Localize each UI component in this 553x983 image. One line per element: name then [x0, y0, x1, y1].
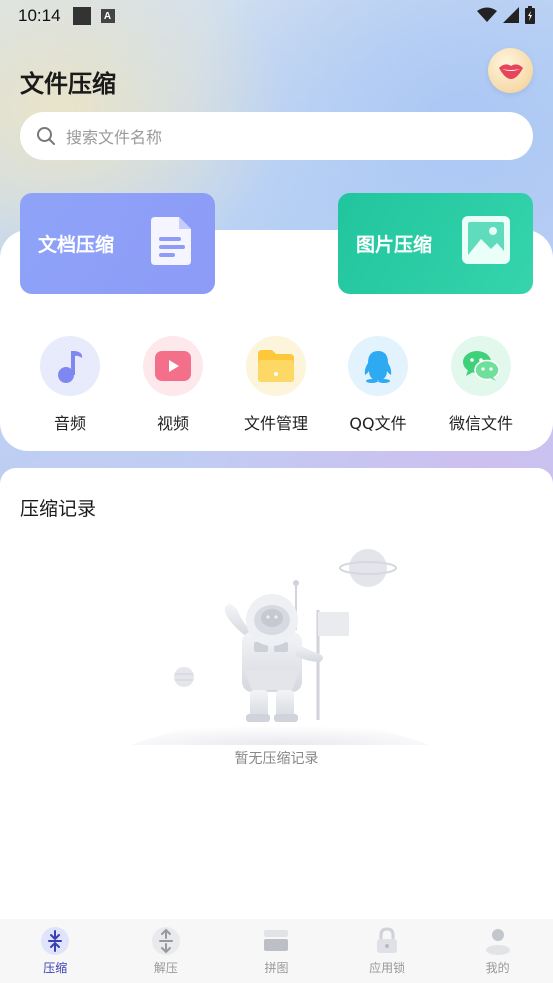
- records-title: 压缩记录: [20, 498, 97, 520]
- qq-icon-bg: [348, 336, 408, 396]
- image-icon: [462, 216, 510, 264]
- category-qq[interactable]: QQ文件: [328, 336, 428, 434]
- wechat-icon-bg: [451, 336, 511, 396]
- lips-icon: [498, 63, 523, 79]
- image-compress-card[interactable]: 图片压缩: [338, 193, 533, 294]
- status-icons: [477, 6, 535, 24]
- folder-icon: [258, 350, 294, 382]
- category-wechat[interactable]: 微信文件: [431, 336, 531, 434]
- nav-item-app-lock[interactable]: 应用锁: [332, 919, 443, 983]
- category-file-manager[interactable]: 文件管理: [226, 336, 326, 434]
- category-video[interactable]: 视频: [123, 336, 223, 434]
- signal-icon: [503, 7, 519, 23]
- decompress-icon: [151, 927, 180, 955]
- qq-penguin-icon: [364, 351, 392, 383]
- music-note-icon: [58, 351, 83, 383]
- battery-icon: [525, 6, 535, 24]
- search-bar[interactable]: 搜索文件名称: [20, 112, 533, 160]
- nav-label: 我的: [485, 961, 510, 975]
- audio-icon-bg: [40, 336, 100, 396]
- document-icon: [151, 217, 191, 265]
- avatar[interactable]: [488, 48, 533, 93]
- a-notification-icon: A: [100, 9, 115, 23]
- empty-records-text: 暂无压缩记录: [234, 751, 319, 767]
- nav-item-decompress[interactable]: 解压: [111, 919, 222, 983]
- collage-icon: [262, 927, 290, 955]
- nav-item-compress[interactable]: 压缩: [0, 919, 111, 983]
- doc-compress-card[interactable]: 文档压缩: [20, 193, 215, 294]
- video-icon-bg: [143, 336, 203, 396]
- category-label: 视频: [156, 414, 189, 433]
- search-input[interactable]: 搜索文件名称: [66, 124, 162, 148]
- notification-icon: [72, 7, 91, 25]
- search-icon: [37, 127, 55, 145]
- folder-icon-bg: [246, 336, 306, 396]
- page-title: 文件压缩: [20, 70, 116, 98]
- bottom-nav: 压缩 解压 拼图 应用锁 我的: [0, 919, 553, 983]
- category-label: 文件管理: [243, 414, 308, 433]
- compress-icon: [41, 927, 70, 955]
- nav-label: 压缩: [43, 961, 68, 975]
- wifi-icon: [477, 7, 497, 22]
- nav-label: 拼图: [264, 961, 289, 975]
- astronaut-illustration: [130, 549, 430, 745]
- wechat-icon: [463, 351, 500, 381]
- lock-icon: [373, 927, 401, 955]
- category-label: 微信文件: [448, 414, 513, 433]
- category-label: QQ文件: [349, 414, 407, 433]
- doc-compress-label: 文档压缩: [38, 234, 115, 256]
- category-audio[interactable]: 音频: [20, 336, 120, 434]
- category-label: 音频: [53, 414, 86, 433]
- nav-label: 应用锁: [369, 961, 406, 975]
- video-play-icon: [155, 351, 191, 381]
- nav-item-profile[interactable]: 我的: [442, 919, 553, 983]
- status-time: 10:14: [18, 6, 61, 25]
- image-compress-label: 图片压缩: [356, 234, 433, 256]
- status-bar: 10:14 A: [0, 0, 553, 32]
- nav-item-collage[interactable]: 拼图: [221, 919, 332, 983]
- profile-icon: [484, 927, 512, 955]
- nav-label: 解压: [153, 961, 178, 975]
